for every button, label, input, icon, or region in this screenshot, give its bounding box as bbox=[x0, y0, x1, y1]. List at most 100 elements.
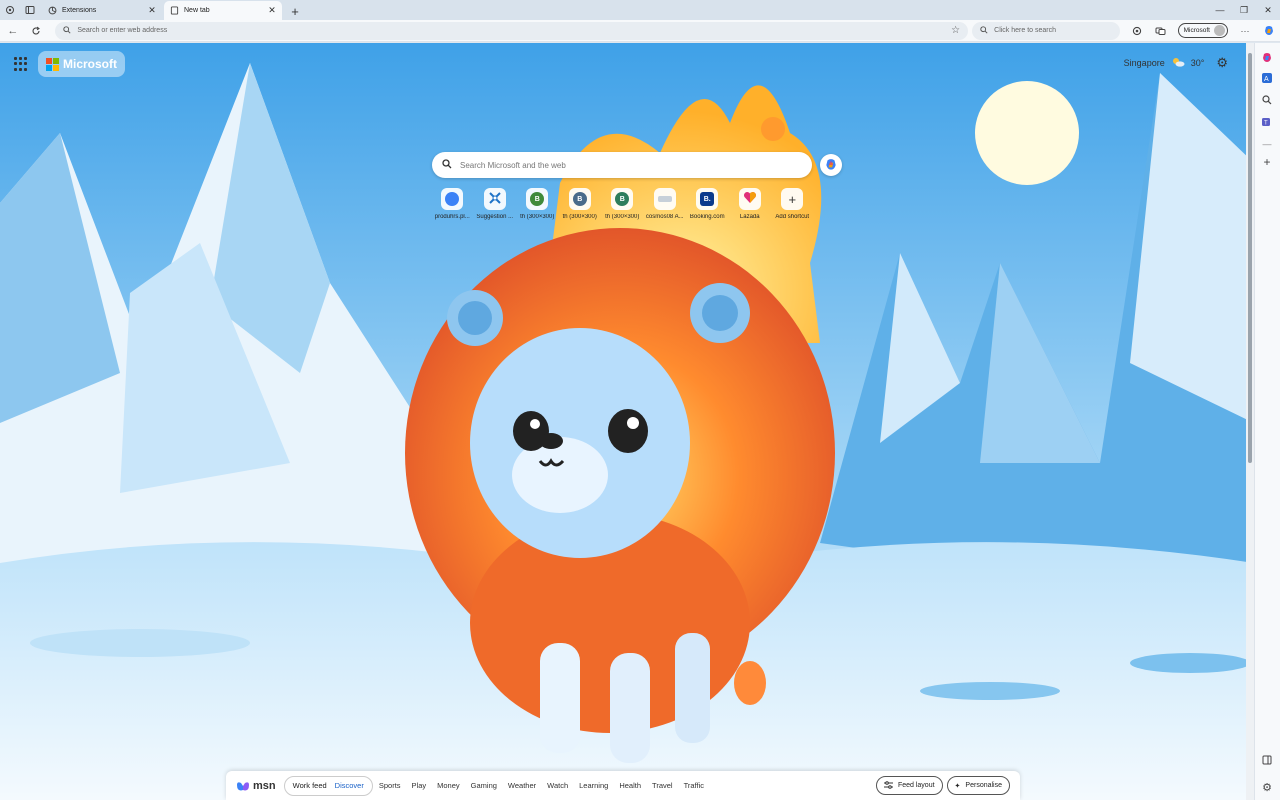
favorite-star-icon[interactable]: ☆ bbox=[951, 25, 960, 36]
shortcut-tile[interactable]: B. Booking.com bbox=[686, 188, 729, 220]
toolbar-search-box[interactable]: Click here to search bbox=[972, 21, 1120, 40]
shortcut-label: cosmos08 A... bbox=[645, 214, 684, 220]
copilot-icon[interactable] bbox=[1262, 24, 1276, 38]
edge-sidebar: A T — + ⚙ bbox=[1254, 43, 1280, 800]
shortcut-label: Lazada bbox=[739, 214, 760, 220]
tab-actions-icon[interactable] bbox=[20, 0, 40, 20]
back-button[interactable]: ← bbox=[4, 22, 22, 40]
search-icon bbox=[63, 25, 71, 36]
booking-site-icon: B. bbox=[700, 192, 715, 206]
tab-new-tab[interactable]: New tab ✕ bbox=[164, 1, 282, 20]
category-sports[interactable]: Sports bbox=[379, 781, 401, 790]
sparkle-icon: ✦ bbox=[954, 782, 961, 790]
site-letter-icon: B bbox=[615, 192, 630, 206]
category-traffic[interactable]: Traffic bbox=[684, 781, 704, 790]
search-icon[interactable] bbox=[1260, 93, 1274, 107]
svg-text:T: T bbox=[1264, 121, 1268, 127]
address-placeholder: Search or enter web address bbox=[77, 27, 168, 34]
tab-strip: Extensions ✕ New tab ✕ + — ❐ ✕ bbox=[0, 0, 1280, 20]
feed-layout-label: Feed layout bbox=[897, 782, 935, 789]
weather-sun-cloud-icon bbox=[1171, 57, 1185, 69]
site-letter-icon: B bbox=[572, 192, 587, 206]
settings-gear-icon[interactable]: ⚙ bbox=[1216, 55, 1228, 71]
minimize-icon[interactable]: — bbox=[1208, 0, 1232, 20]
tab-discover[interactable]: Discover bbox=[331, 781, 368, 790]
category-health[interactable]: Health bbox=[619, 781, 641, 790]
weather-temperature[interactable]: 30° bbox=[1191, 58, 1205, 68]
category-play[interactable]: Play bbox=[412, 781, 427, 790]
lazada-heart-icon bbox=[743, 191, 757, 207]
collections-icon[interactable] bbox=[1154, 24, 1168, 38]
extensions-icon[interactable] bbox=[1130, 24, 1144, 38]
new-tab-page: Microsoft Singapore 30° ⚙ produhrs.pl... bbox=[0, 43, 1254, 800]
scrollbar-thumb[interactable] bbox=[1248, 53, 1252, 463]
feed-segment: Work feed Discover bbox=[283, 775, 373, 796]
shortcut-label: Add shortcut bbox=[775, 214, 810, 220]
tab-title: Extensions bbox=[62, 7, 97, 14]
tab-extensions[interactable]: Extensions ✕ bbox=[42, 1, 162, 20]
sliders-icon bbox=[883, 780, 893, 791]
shortcut-tile[interactable]: B th (300×300) bbox=[516, 188, 559, 220]
category-watch[interactable]: Watch bbox=[547, 781, 568, 790]
microsoft-squares-icon bbox=[46, 57, 59, 71]
category-money[interactable]: Money bbox=[437, 781, 460, 790]
more-options-icon[interactable]: ··· bbox=[1238, 24, 1252, 38]
add-sidebar-app-icon[interactable]: + bbox=[1260, 155, 1274, 169]
shortcut-tile[interactable]: B th (300×300) bbox=[601, 188, 644, 220]
category-gaming[interactable]: Gaming bbox=[471, 781, 497, 790]
add-shortcut-button[interactable]: + Add shortcut bbox=[771, 188, 814, 220]
refresh-button[interactable] bbox=[28, 22, 46, 40]
category-weather[interactable]: Weather bbox=[508, 781, 536, 790]
hide-sidebar-icon[interactable] bbox=[1260, 753, 1274, 767]
svg-text:A: A bbox=[1264, 76, 1269, 83]
restore-icon[interactable]: ❐ bbox=[1232, 0, 1256, 20]
address-bar[interactable]: Search or enter web address ☆ bbox=[55, 21, 969, 40]
newtab-page-icon bbox=[169, 6, 179, 16]
shortcut-label: th (300×300) bbox=[562, 214, 597, 220]
browser-toolbar: ← Search or enter web address ☆ Click he… bbox=[0, 20, 1280, 42]
personalise-label: Personalise bbox=[965, 782, 1002, 789]
close-tab-icon[interactable]: ✕ bbox=[147, 5, 157, 16]
copilot-sidebar-icon[interactable] bbox=[1260, 51, 1274, 65]
add-icon: + bbox=[788, 191, 797, 207]
shortcut-tile[interactable]: cosmos08 A... bbox=[644, 188, 687, 220]
shortcut-label: Booking.com bbox=[689, 214, 725, 220]
quick-links: produhrs.pl... Suggestion ... B th (300×… bbox=[431, 188, 814, 220]
suggestion-site-icon bbox=[488, 191, 502, 208]
copilot-search-button[interactable] bbox=[820, 154, 842, 176]
avatar bbox=[1214, 25, 1225, 36]
shortcut-label: th (300×300) bbox=[520, 214, 555, 220]
shortcut-tile[interactable]: produhrs.pl... bbox=[431, 188, 474, 220]
category-learning[interactable]: Learning bbox=[579, 781, 608, 790]
msn-logo[interactable]: msn bbox=[236, 780, 276, 792]
microsoft-logo[interactable]: Microsoft bbox=[38, 51, 125, 77]
feed-layout-button[interactable]: Feed layout bbox=[875, 776, 943, 795]
toolbar-search-placeholder: Click here to search bbox=[994, 27, 1056, 34]
shortcut-tile[interactable]: Suggestion ... bbox=[474, 188, 517, 220]
feed-categories: Sports Play Money Gaming Weather Watch L… bbox=[379, 781, 704, 790]
category-travel[interactable]: Travel bbox=[652, 781, 673, 790]
new-tab-button[interactable]: + bbox=[286, 2, 304, 20]
workspaces-icon[interactable] bbox=[0, 0, 20, 20]
msn-label: msn bbox=[253, 779, 276, 792]
web-search-input[interactable] bbox=[460, 160, 802, 170]
shortcut-tile[interactable]: B th (300×300) bbox=[559, 188, 602, 220]
app-launcher-icon[interactable] bbox=[14, 57, 28, 71]
teams-icon[interactable]: T bbox=[1260, 115, 1274, 129]
produhrs-site-icon bbox=[445, 192, 460, 206]
extensions-tab-icon bbox=[47, 6, 57, 16]
personalise-button[interactable]: ✦ Personalise bbox=[946, 776, 1010, 795]
weather-location[interactable]: Singapore bbox=[1124, 58, 1165, 68]
profile-button[interactable]: Microsoft bbox=[1177, 23, 1228, 38]
close-tab-icon[interactable]: ✕ bbox=[267, 5, 277, 16]
shortcut-tile[interactable]: Lazada bbox=[729, 188, 772, 220]
close-window-icon[interactable]: ✕ bbox=[1256, 0, 1280, 20]
web-search-box[interactable] bbox=[432, 152, 812, 178]
cosmos-site-icon bbox=[657, 196, 672, 202]
divider: — bbox=[1262, 139, 1272, 149]
translator-icon[interactable]: A bbox=[1260, 71, 1274, 85]
shortcut-label: th (300×300) bbox=[605, 214, 640, 220]
tab-work-feed[interactable]: Work feed bbox=[289, 781, 331, 790]
page-scrollbar[interactable] bbox=[1246, 43, 1254, 800]
sidebar-settings-gear-icon[interactable]: ⚙ bbox=[1260, 780, 1274, 794]
